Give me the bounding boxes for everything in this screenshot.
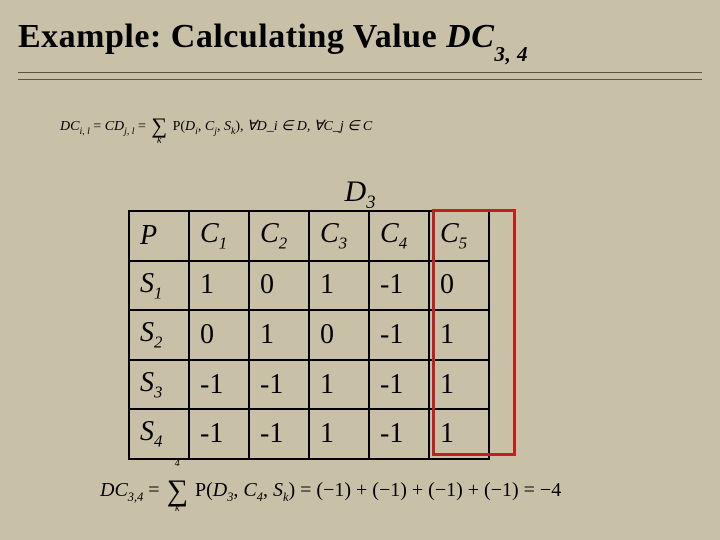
cell: 1 bbox=[429, 310, 489, 360]
f2-expansion: = (−1) + (−1) + (−1) + (−1) = −4 bbox=[300, 479, 561, 501]
cell: -1 bbox=[249, 409, 309, 459]
f2-eq: = bbox=[148, 479, 164, 501]
hdr-C1: C1 bbox=[189, 211, 249, 261]
title-sub: 3, 4 bbox=[494, 42, 528, 66]
p-table: P C1 C2 C3 C4 C5 S1 1 0 1 -1 0 S2 0 1 0 … bbox=[128, 210, 490, 460]
f1-pc: C bbox=[205, 119, 214, 134]
row-label-S1: S1 bbox=[129, 261, 189, 311]
table-header-row: P C1 C2 C3 C4 C5 bbox=[129, 211, 489, 261]
f1-c1: , bbox=[198, 119, 205, 134]
f1-lhs-sub: i, l bbox=[79, 126, 89, 137]
cell: -1 bbox=[249, 360, 309, 410]
f1-sum-lower: k bbox=[151, 135, 167, 146]
f1-pd: D bbox=[185, 119, 195, 134]
f1-eq2: = bbox=[138, 119, 149, 134]
cell: 1 bbox=[309, 360, 369, 410]
title-var: DC bbox=[446, 18, 494, 55]
f2-pclose: ) bbox=[288, 479, 300, 501]
table-row: S2 0 1 0 -1 1 bbox=[129, 310, 489, 360]
formula-instance: DC3,4 = 4 ∑ k P(D3, C4, Sk) = (−1) + (−1… bbox=[100, 470, 561, 505]
slide-title: Example: Calculating Value DC3, 4 bbox=[18, 18, 702, 61]
f2-lhs-sub: 3,4 bbox=[128, 490, 144, 504]
cell: -1 bbox=[369, 360, 429, 410]
table-row: S4 -1 -1 1 -1 1 bbox=[129, 409, 489, 459]
table-row: S3 -1 -1 1 -1 1 bbox=[129, 360, 489, 410]
cell: 1 bbox=[429, 360, 489, 410]
cell: 1 bbox=[249, 310, 309, 360]
cell: 0 bbox=[309, 310, 369, 360]
cell: 0 bbox=[429, 261, 489, 311]
f1-eq: = bbox=[93, 119, 104, 134]
f2-popen: P( bbox=[195, 479, 213, 501]
hdr-C4: C4 bbox=[369, 211, 429, 261]
title-prefix: Example: Calculating Value bbox=[18, 18, 446, 55]
cell: -1 bbox=[189, 360, 249, 410]
f1-lhs: DC bbox=[60, 119, 79, 134]
slide: { "title": { "prefix": "Example: Calcula… bbox=[0, 0, 720, 540]
f1-cd-sub: j, l bbox=[124, 126, 134, 137]
f1-pclose: ), bbox=[235, 119, 247, 134]
cell: 0 bbox=[249, 261, 309, 311]
row-label-S3: S3 bbox=[129, 360, 189, 410]
hdr-P: P bbox=[129, 211, 189, 261]
cell: 1 bbox=[309, 409, 369, 459]
hdr-C2: C2 bbox=[249, 211, 309, 261]
f1-forall: ∀D_i ∈ D, ∀C_j ∈ C bbox=[247, 119, 372, 134]
cell: -1 bbox=[369, 261, 429, 311]
f2-sum: 4 ∑ k bbox=[167, 470, 188, 504]
cell: 0 bbox=[189, 310, 249, 360]
f1-ps: S bbox=[224, 119, 231, 134]
row-label-S4: S4 bbox=[129, 409, 189, 459]
cell: 1 bbox=[309, 261, 369, 311]
f2-pd: D bbox=[213, 479, 227, 501]
cell: 1 bbox=[429, 409, 489, 459]
f2-c1: , bbox=[233, 479, 243, 501]
cell: -1 bbox=[189, 409, 249, 459]
f2-lhs: DC bbox=[100, 479, 128, 501]
title-underline bbox=[18, 72, 702, 80]
f1-cd: CD bbox=[105, 119, 124, 134]
cell: -1 bbox=[369, 409, 429, 459]
f1-sum: ∑ k bbox=[151, 110, 167, 136]
f2-ps: S bbox=[273, 479, 283, 501]
f2-sum-upper: 4 bbox=[167, 458, 188, 469]
f2-sum-lower: k bbox=[167, 503, 188, 514]
hdr-C3: C3 bbox=[309, 211, 369, 261]
table-row: S1 1 0 1 -1 0 bbox=[129, 261, 489, 311]
f2-pc: C bbox=[243, 479, 256, 501]
f1-popen: P( bbox=[173, 119, 185, 134]
cell: -1 bbox=[369, 310, 429, 360]
cell: 1 bbox=[189, 261, 249, 311]
hdr-C5: C5 bbox=[429, 211, 489, 261]
table-superheader: D3 bbox=[0, 175, 720, 214]
f1-c2: , bbox=[217, 119, 224, 134]
f2-c2: , bbox=[263, 479, 273, 501]
row-label-S2: S2 bbox=[129, 310, 189, 360]
d3-var: D bbox=[345, 175, 367, 208]
formula-general: DCi, l = CDj, l = ∑ k P(Di, Cj, Sk), ∀D_… bbox=[60, 110, 372, 137]
